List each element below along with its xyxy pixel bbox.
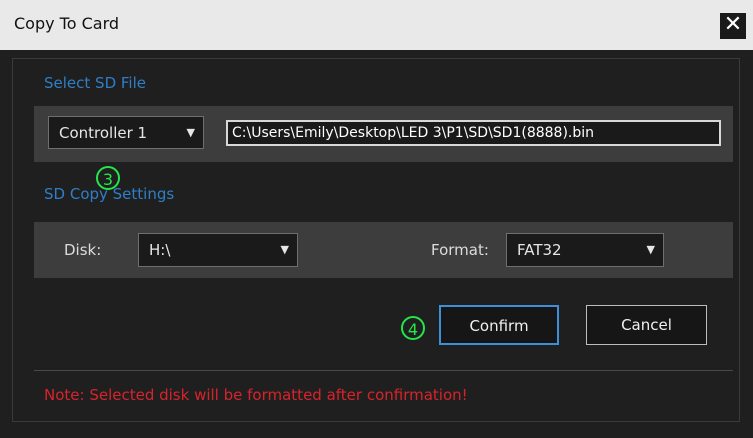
step-4-marker: 4 [401,316,425,340]
controller-dropdown-value: Controller 1 [59,124,148,142]
dialog-title: Copy To Card [14,14,120,33]
divider [34,370,733,371]
format-dropdown[interactable]: FAT32 ▼ [506,233,664,267]
close-button[interactable]: ✕ [720,13,746,39]
disk-dropdown[interactable]: H:\ ▼ [138,233,298,267]
close-icon: ✕ [723,12,743,37]
chevron-down-icon: ▼ [186,126,195,139]
chevron-down-icon: ▼ [646,243,655,256]
format-warning-note: Note: Selected disk will be formatted af… [44,386,468,404]
sd-copy-settings-label: SD Copy Settings [44,185,175,203]
disk-dropdown-value: H:\ [149,241,171,259]
sd-file-path-input[interactable]: C:\Users\Emily\Desktop\LED 3\P1\SD\SD1(8… [226,120,721,146]
format-dropdown-value: FAT32 [517,241,562,259]
cancel-button[interactable]: Cancel [586,305,707,345]
chevron-down-icon: ▼ [280,243,289,256]
title-bar: Copy To Card ✕ [0,0,753,50]
copy-to-card-dialog: Copy To Card ✕ Select SD File Controller… [0,0,753,438]
disk-label: Disk: [64,241,102,259]
confirm-button[interactable]: Confirm [439,305,559,345]
format-label: Format: [431,241,489,259]
controller-dropdown[interactable]: Controller 1 ▼ [48,116,204,149]
select-sd-file-label: Select SD File [44,74,146,92]
